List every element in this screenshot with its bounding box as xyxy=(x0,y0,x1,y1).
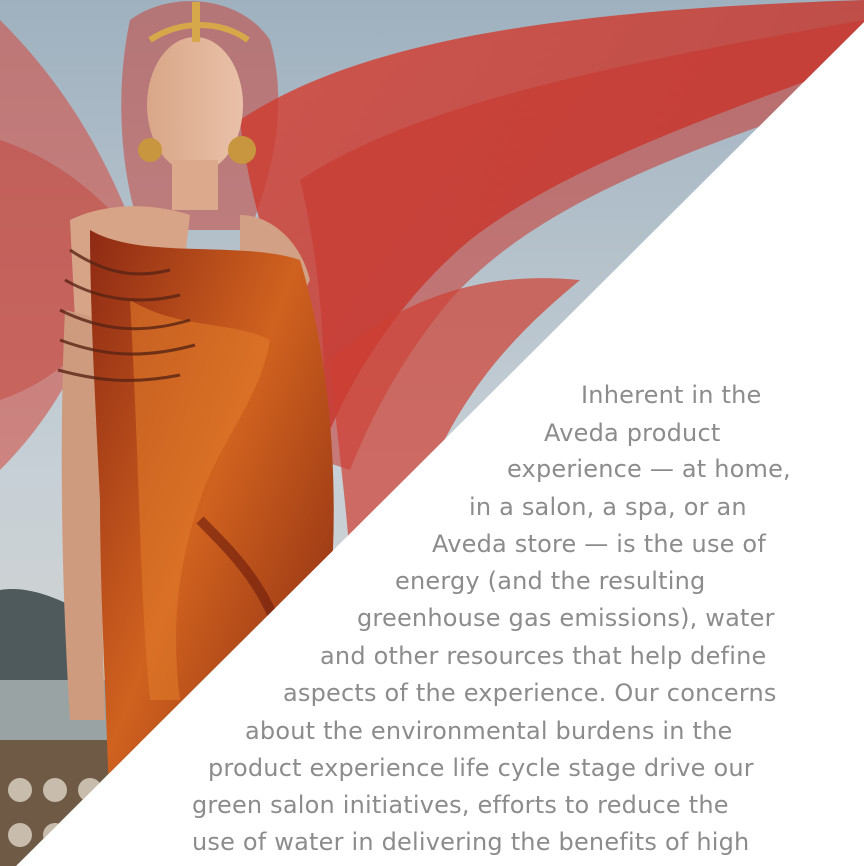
body-line: Aveda product xyxy=(544,419,721,447)
body-line: in a salon, a spa, or an xyxy=(469,493,747,521)
body-line: greenhouse gas emissions), water xyxy=(357,604,775,632)
body-line: experience — at home, xyxy=(507,455,791,483)
body-line: green salon initiatives, efforts to redu… xyxy=(192,791,729,819)
body-line: Inherent in the xyxy=(581,381,762,409)
body-line: product experience life cycle stage driv… xyxy=(208,754,754,782)
body-line: about the environmental burdens in the xyxy=(245,717,733,745)
body-line: Aveda store — is the use of xyxy=(432,530,766,558)
body-line: energy (and the resulting xyxy=(395,567,706,595)
body-line: use of water in delivering the benefits … xyxy=(192,828,750,856)
page: Inherent in the Aveda product experience… xyxy=(0,0,864,866)
body-line: and other resources that help define xyxy=(320,642,767,670)
body-copy: Inherent in the Aveda product experience… xyxy=(0,0,864,866)
body-line: aspects of the experience. Our concerns xyxy=(283,679,777,707)
